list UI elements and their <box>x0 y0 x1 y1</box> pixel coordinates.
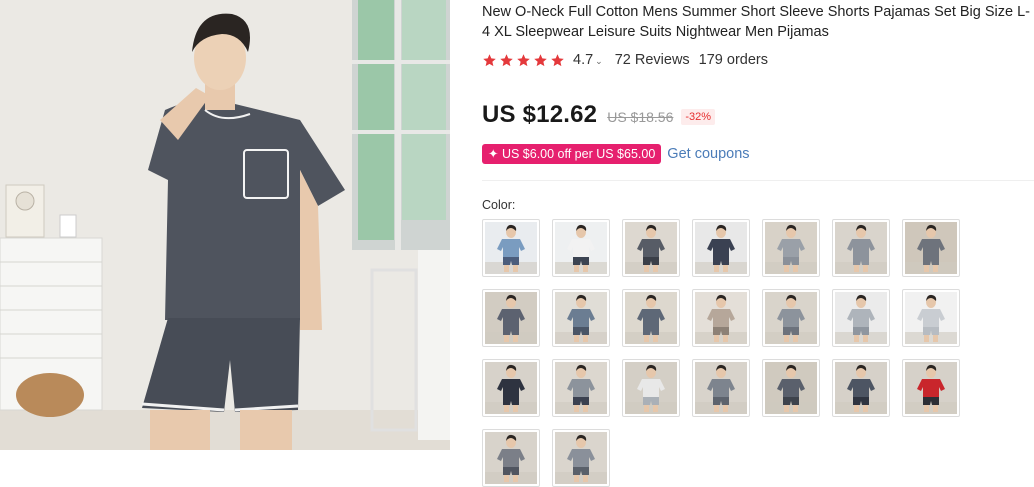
swatch-thumbnail <box>695 222 747 274</box>
color-swatch[interactable] <box>482 219 540 277</box>
color-swatch[interactable] <box>832 289 890 347</box>
color-swatch[interactable] <box>832 219 890 277</box>
swatch-thumbnail <box>485 222 537 274</box>
star-icon <box>483 53 496 66</box>
color-label: Color: <box>482 198 516 212</box>
color-swatch[interactable] <box>832 359 890 417</box>
color-swatch-grid <box>482 219 1034 487</box>
discount-badge: -32% <box>681 109 716 125</box>
rating-row: 4.7 ⌄ 72 Reviews 179 orders <box>482 50 768 70</box>
color-swatch[interactable] <box>762 289 820 347</box>
swatch-thumbnail <box>905 222 957 274</box>
swatch-thumbnail <box>695 292 747 344</box>
color-swatch[interactable] <box>552 289 610 347</box>
color-swatch[interactable] <box>552 429 610 487</box>
color-swatch[interactable] <box>482 359 540 417</box>
swatch-thumbnail <box>625 362 677 414</box>
color-swatch[interactable] <box>762 359 820 417</box>
coupon-badge[interactable]: ✦ US $6.00 off per US $65.00 <box>482 144 662 164</box>
swatch-thumbnail <box>765 222 817 274</box>
coupon-row: ✦ US $6.00 off per US $65.00 Get coupons <box>482 144 750 164</box>
swatch-thumbnail <box>555 222 607 274</box>
color-swatch[interactable] <box>692 219 750 277</box>
star-rating[interactable] <box>482 53 565 68</box>
swatch-thumbnail <box>835 222 887 274</box>
swatch-thumbnail <box>835 292 887 344</box>
swatch-thumbnail <box>695 362 747 414</box>
rating-value: 4.7 <box>573 52 594 68</box>
divider <box>482 180 1034 181</box>
swatch-thumbnail <box>555 362 607 414</box>
color-swatch[interactable] <box>902 219 960 277</box>
swatch-thumbnail <box>555 432 607 484</box>
swatch-thumbnail <box>905 362 957 414</box>
product-photo-illustration <box>0 0 450 450</box>
swatch-thumbnail <box>905 292 957 344</box>
star-icon <box>551 53 564 66</box>
color-swatch[interactable] <box>552 219 610 277</box>
color-swatch[interactable] <box>622 219 680 277</box>
star-icon <box>534 53 547 66</box>
product-title: New O-Neck Full Cotton Mens Summer Short… <box>482 4 1030 40</box>
color-swatch[interactable] <box>902 289 960 347</box>
price-row: US $12.62 US $18.56 -32% <box>482 101 716 129</box>
swatch-thumbnail <box>765 362 817 414</box>
swatch-thumbnail <box>485 432 537 484</box>
color-swatch[interactable] <box>762 219 820 277</box>
swatch-thumbnail <box>835 362 887 414</box>
reviews-link[interactable]: 72 Reviews <box>615 52 690 68</box>
color-swatch[interactable] <box>902 359 960 417</box>
swatch-thumbnail <box>485 292 537 344</box>
star-icon <box>500 53 513 66</box>
swatch-thumbnail <box>765 292 817 344</box>
star-icon <box>517 53 530 66</box>
color-swatch[interactable] <box>622 359 680 417</box>
orders-count: 179 orders <box>698 52 768 68</box>
color-swatch[interactable] <box>482 429 540 487</box>
swatch-thumbnail <box>625 292 677 344</box>
color-swatch[interactable] <box>552 359 610 417</box>
get-coupons-link[interactable]: Get coupons <box>667 146 749 162</box>
color-swatch[interactable] <box>692 359 750 417</box>
current-price: US $12.62 <box>482 101 598 128</box>
swatch-thumbnail <box>555 292 607 344</box>
chevron-down-icon[interactable]: ⌄ <box>595 56 603 67</box>
swatch-thumbnail <box>625 222 677 274</box>
swatch-thumbnail <box>485 362 537 414</box>
original-price: US $18.56 <box>607 109 674 125</box>
color-swatch[interactable] <box>482 289 540 347</box>
color-swatch[interactable] <box>692 289 750 347</box>
color-swatch[interactable] <box>622 289 680 347</box>
main-product-image[interactable] <box>0 0 450 450</box>
product-info: New O-Neck Full Cotton Mens Summer Short… <box>482 0 1034 487</box>
